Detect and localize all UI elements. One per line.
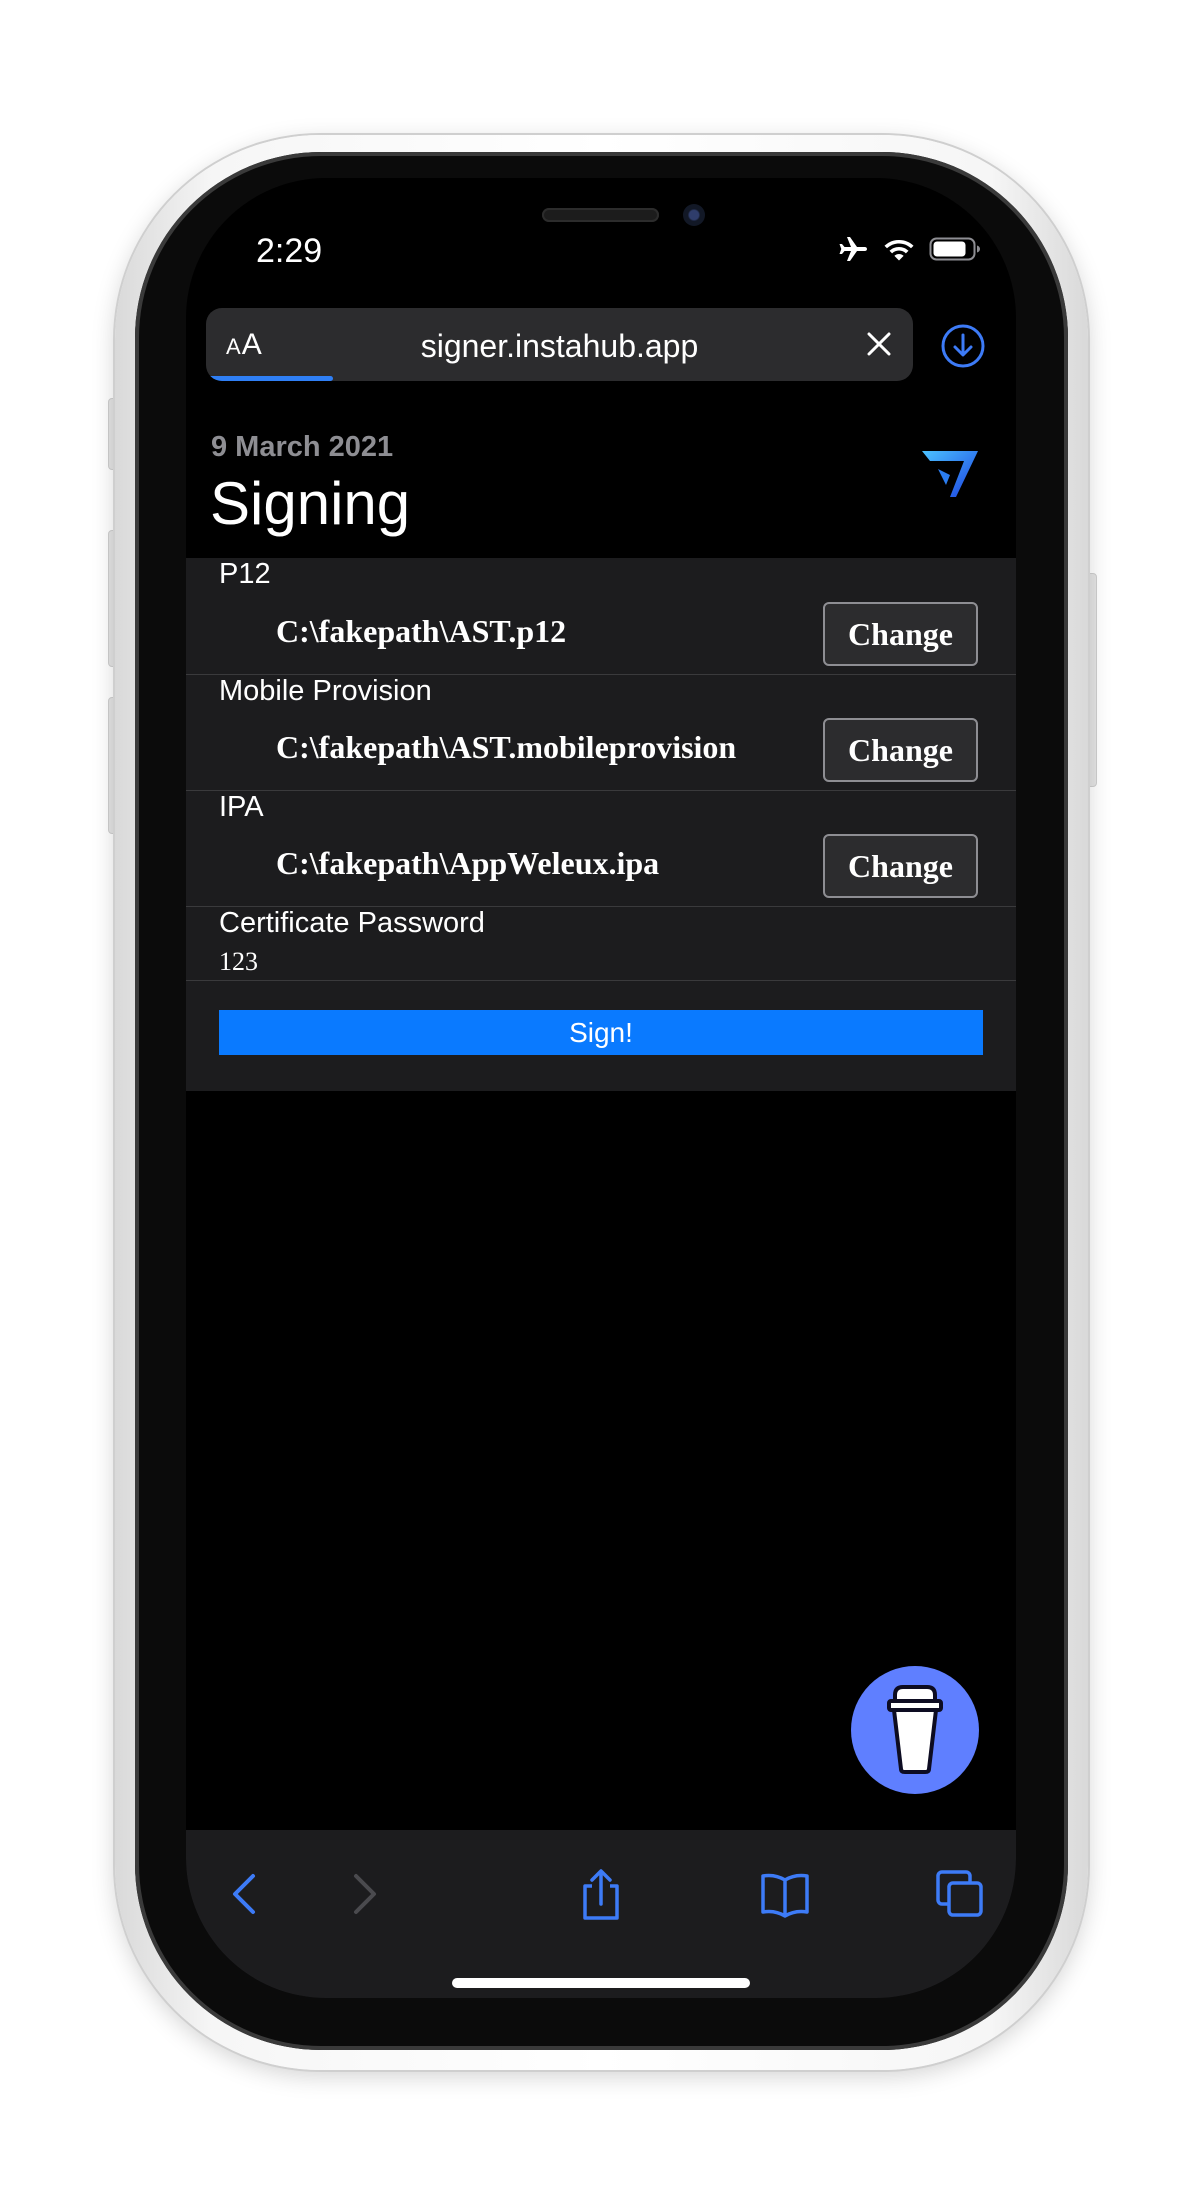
site-logo-icon [922, 451, 978, 497]
earpiece-speaker [542, 208, 659, 222]
share-icon[interactable] [575, 1868, 627, 1920]
password-field[interactable]: 123 [219, 947, 258, 977]
wifi-icon [884, 240, 914, 261]
front-camera [683, 204, 705, 226]
browser-toolbar [186, 1830, 1016, 1998]
download-icon[interactable] [940, 323, 986, 369]
ipa-label: IPA [219, 791, 264, 823]
p12-row: P12 C:\fakepath\AST.p12 Change [186, 558, 1016, 675]
page-title: Signing [210, 470, 411, 537]
ipa-change-button[interactable]: Change [823, 834, 978, 898]
url-text[interactable]: signer.instahub.app [206, 328, 913, 365]
address-bar[interactable]: AA signer.instahub.app [206, 308, 913, 381]
p12-change-button[interactable]: Change [823, 602, 978, 666]
signing-form: P12 C:\fakepath\AST.p12 Change Mobile Pr… [186, 558, 1016, 1091]
buy-me-a-coffee-button[interactable] [851, 1666, 979, 1794]
p12-label: P12 [219, 558, 271, 590]
forward-icon[interactable] [336, 1868, 388, 1920]
device-mockup: 2:29 AA signer.instahub.app 9 March 2021… [0, 0, 1200, 2200]
password-label: Certificate Password [219, 907, 485, 939]
provision-file-name: C:\fakepath\AST.mobileprovision [276, 729, 737, 765]
phone-screen: 2:29 AA signer.instahub.app 9 March 2021… [186, 178, 1016, 1998]
back-icon[interactable] [221, 1868, 273, 1920]
bookmarks-icon[interactable] [759, 1868, 811, 1920]
airplane-icon [839, 237, 867, 261]
password-row: Certificate Password 123 [186, 906, 1016, 981]
sign-button[interactable]: Sign! [219, 1010, 983, 1055]
ipa-file-name: C:\fakepath\AppWeleux.ipa [276, 845, 660, 881]
stop-loading-icon[interactable] [863, 328, 895, 360]
battery-icon [929, 237, 980, 261]
notch [369, 178, 833, 270]
provision-label: Mobile Provision [219, 675, 432, 707]
ipa-row: IPA C:\fakepath\AppWeleux.ipa Change [186, 790, 1016, 907]
provision-change-button[interactable]: Change [823, 718, 978, 782]
page-load-progress [206, 376, 334, 381]
p12-file-name: C:\fakepath\AST.p12 [276, 613, 567, 649]
provision-row: Mobile Provision C:\fakepath\AST.mobilep… [186, 674, 1016, 791]
page-date: 9 March 2021 [211, 431, 394, 463]
home-indicator [452, 1978, 750, 1988]
coffee-cup-icon [887, 1685, 943, 1774]
tabs-icon[interactable] [934, 1868, 986, 1920]
status-icons [839, 236, 981, 262]
page-header: 9 March 2021 Signing [186, 401, 1016, 558]
status-time: 2:29 [256, 232, 323, 270]
